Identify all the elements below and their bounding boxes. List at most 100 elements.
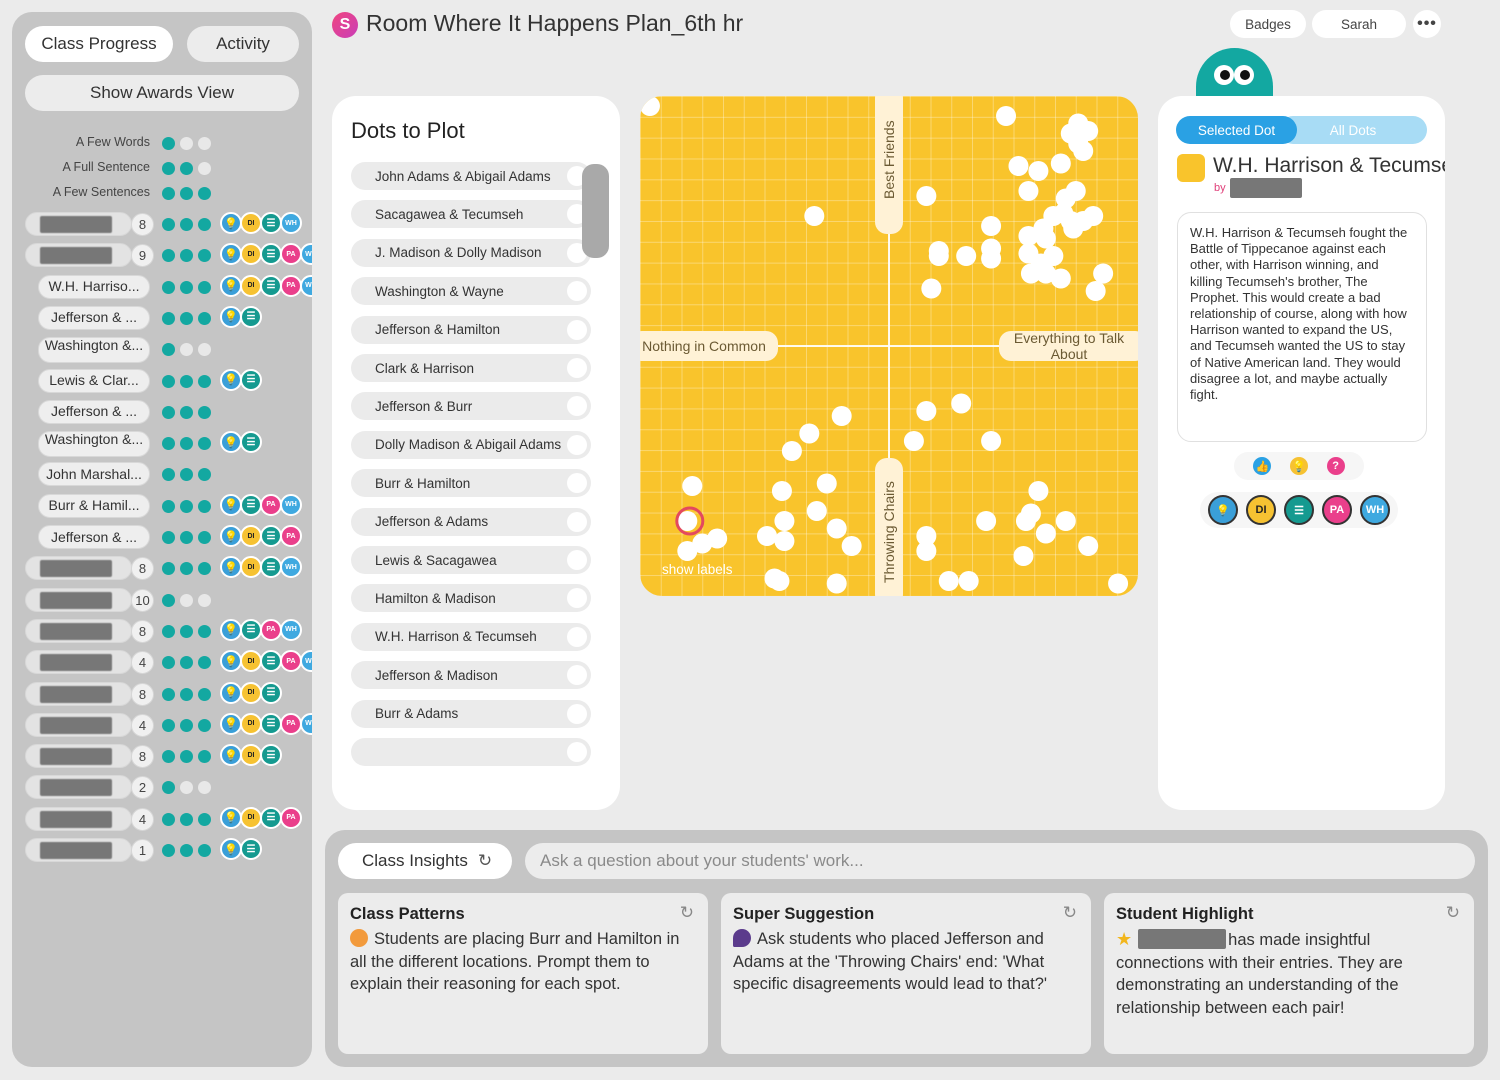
thumbs-up-icon[interactable]: 👍 xyxy=(1253,457,1272,475)
student-entry-name[interactable]: Washington &... xyxy=(38,337,150,364)
dot-pair-item[interactable]: John Adams & Abigail Adams xyxy=(351,162,591,190)
plot-dot[interactable] xyxy=(1035,228,1056,249)
student-row[interactable]: 10 xyxy=(12,587,312,614)
student-name-redacted[interactable] xyxy=(25,587,132,612)
plot-dot[interactable] xyxy=(1018,181,1039,201)
tab-all-dots[interactable]: All Dots xyxy=(1279,116,1427,144)
dot-pair-toggle[interactable] xyxy=(567,511,587,532)
dot-pair-item[interactable]: Jefferson & Adams xyxy=(351,507,591,536)
plot-dot[interactable] xyxy=(774,511,795,531)
dot-pair-toggle[interactable] xyxy=(567,550,587,570)
student-row[interactable]: 9 💡DI☰PAWH xyxy=(12,243,312,269)
plot-dot[interactable] xyxy=(774,531,795,551)
student-entry-name[interactable]: John Marshal... xyxy=(38,462,150,487)
student-row[interactable]: 4 💡 DI ☰ PA xyxy=(12,806,312,833)
student-row[interactable]: 8 💡 DI ☰ xyxy=(12,744,312,770)
question-icon[interactable]: ? xyxy=(1326,457,1345,475)
dot-pair-item[interactable]: Burr & Hamilton xyxy=(351,469,591,498)
plot-dot[interactable] xyxy=(1078,536,1099,556)
refresh-icon[interactable]: ↻ xyxy=(680,903,694,923)
student-row[interactable]: 8 💡 DI ☰ xyxy=(12,681,312,708)
plot-dot[interactable] xyxy=(1108,573,1129,594)
dot-pair-toggle[interactable] xyxy=(567,703,587,724)
dot-pair-item[interactable]: Clark & Harrison xyxy=(351,354,591,382)
plot-dot[interactable] xyxy=(1093,263,1114,284)
student-entry-name[interactable]: Lewis & Clar... xyxy=(38,368,150,393)
student-row[interactable]: Jefferson & ... 💡 DI ☰ PA xyxy=(12,525,312,551)
dot-pair-item[interactable]: Burr & Adams xyxy=(351,699,591,728)
plot-dot[interactable] xyxy=(771,481,792,501)
dots-list-scrollbar[interactable] xyxy=(582,164,609,258)
dot-pair-toggle[interactable] xyxy=(567,665,587,686)
dot-pair-toggle[interactable] xyxy=(567,742,587,762)
student-entry-name[interactable]: Jefferson & ... xyxy=(38,305,150,330)
plot-dot[interactable] xyxy=(928,246,949,266)
student-name-redacted[interactable] xyxy=(25,838,132,862)
plot-dot[interactable] xyxy=(769,571,790,591)
refresh-icon[interactable]: ↻ xyxy=(478,851,492,871)
dot-pair-item[interactable]: Jefferson & Madison xyxy=(351,661,591,690)
plot-dot[interactable] xyxy=(981,216,1002,236)
plot-dot[interactable] xyxy=(1015,511,1036,531)
plot-dot[interactable] xyxy=(916,401,937,421)
student-row[interactable]: John Marshal... xyxy=(12,462,312,488)
plot-dot[interactable] xyxy=(996,106,1017,126)
dot-pair-toggle[interactable] xyxy=(567,434,587,455)
student-row[interactable]: 1 💡 ☰ xyxy=(12,838,312,864)
student-entry-name[interactable]: Jefferson & ... xyxy=(38,525,150,549)
student-row[interactable]: Lewis & Clar... 💡 ☰ xyxy=(12,368,312,395)
student-row[interactable]: Washington &... xyxy=(12,337,312,364)
student-row[interactable]: Burr & Hamil... 💡 ☰ PA WH xyxy=(12,493,312,520)
student-entry-name[interactable]: Burr & Hamil... xyxy=(38,493,150,518)
dot-pair-item[interactable]: Hamilton & Madison xyxy=(351,584,591,613)
plot-dot[interactable] xyxy=(921,278,942,299)
student-row[interactable]: 8 💡 ☰ PA WH xyxy=(12,618,312,645)
dot-pair-toggle[interactable] xyxy=(567,626,587,647)
plot-dot[interactable] xyxy=(826,518,847,539)
dot-pair-item[interactable]: Lewis & Sacagawea xyxy=(351,546,591,574)
class-insights-button[interactable]: Class Insights ↻ xyxy=(338,843,512,879)
refresh-icon[interactable]: ↻ xyxy=(1063,903,1077,923)
dot-pair-item[interactable]: Dolly Madison & Abigail Adams xyxy=(351,430,591,459)
plot-dot[interactable] xyxy=(903,431,924,451)
student-row[interactable]: 8 💡 DI ☰ WH xyxy=(12,556,312,582)
plot-dot[interactable] xyxy=(1018,226,1039,246)
plot-dot[interactable] xyxy=(1013,546,1034,566)
dot-pair-toggle[interactable] xyxy=(567,588,587,609)
show-awards-view-button[interactable]: Show Awards View xyxy=(25,75,299,111)
tab-activity[interactable]: Activity xyxy=(187,26,299,62)
plot-area[interactable]: Best Friends Throwing Chairs Nothing in … xyxy=(640,96,1138,596)
student-row[interactable]: 4 💡DI☰PAWH xyxy=(12,712,312,739)
student-name-redacted[interactable] xyxy=(25,243,132,268)
document-badge-icon[interactable]: ☰ xyxy=(1284,495,1314,525)
plot-dot[interactable] xyxy=(976,511,997,531)
pa-badge-icon[interactable]: PA xyxy=(1322,495,1352,525)
lightbulb-badge-icon[interactable]: 💡 xyxy=(1208,495,1238,525)
dot-pair-toggle[interactable] xyxy=(567,396,587,417)
dot-pair-item[interactable]: J. Madison & Dolly Madison xyxy=(351,238,591,267)
student-name-redacted[interactable] xyxy=(25,681,132,706)
plot-dot[interactable] xyxy=(958,571,979,591)
plot-dot[interactable] xyxy=(951,393,972,414)
plot-dot[interactable] xyxy=(816,473,837,494)
plot-dot[interactable] xyxy=(1050,153,1071,174)
plot-dot[interactable] xyxy=(806,501,827,521)
tab-selected-dot[interactable]: Selected Dot xyxy=(1176,116,1297,144)
student-entry-name[interactable]: Washington &... xyxy=(38,431,150,458)
di-badge-icon[interactable]: DI xyxy=(1246,495,1276,525)
plot-dot[interactable] xyxy=(1055,511,1076,531)
plot-dot[interactable] xyxy=(1073,141,1094,161)
plot-dot[interactable] xyxy=(916,186,937,206)
plot-dot[interactable] xyxy=(1050,268,1071,289)
plot-dot[interactable] xyxy=(756,526,777,546)
plot-dot[interactable] xyxy=(677,541,698,561)
dot-pair-toggle[interactable] xyxy=(567,319,587,340)
student-row[interactable]: Jefferson & ... xyxy=(12,399,312,426)
student-name-redacted[interactable] xyxy=(25,712,132,737)
plot-dot[interactable] xyxy=(826,573,847,594)
dot-pair-toggle[interactable] xyxy=(567,281,587,302)
dot-pair-item[interactable]: Sacagawea & Tecumseh xyxy=(351,200,591,229)
plot-dot[interactable] xyxy=(781,441,802,461)
student-name-redacted[interactable] xyxy=(25,744,132,769)
dot-pair-item[interactable]: W.H. Harrison & Tecumseh xyxy=(351,622,591,651)
